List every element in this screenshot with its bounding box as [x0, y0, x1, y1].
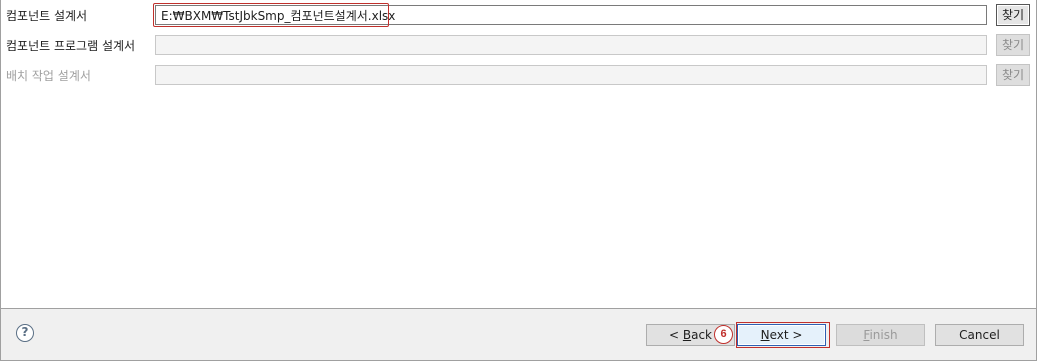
program-spec-path-field[interactable]	[155, 35, 987, 55]
finish-button[interactable]: Finish	[836, 324, 925, 346]
batch-spec-label: 배치 작업 설계서	[6, 69, 91, 83]
back-rest: ack	[691, 328, 712, 342]
program-spec-row: 컴포넌트 프로그램 설계서 찾기	[0, 34, 1037, 57]
next-mnemonic: N	[760, 328, 770, 342]
cancel-button[interactable]: Cancel	[935, 324, 1024, 346]
finish-rest: inish	[869, 328, 898, 342]
step-number-badge: 6	[714, 325, 733, 344]
component-spec-label: 컴포넌트 설계서	[6, 9, 88, 23]
program-spec-label: 컴포넌트 프로그램 설계서	[6, 39, 136, 53]
batch-spec-browse-button[interactable]: 찾기	[996, 64, 1030, 86]
next-button[interactable]: Next >	[737, 324, 826, 346]
component-spec-row: 컴포넌트 설계서 E:₩BXM₩TstJbkSmp_컴포넌트설계서.xlsx 찾…	[0, 3, 1037, 27]
program-spec-browse-button[interactable]: 찾기	[996, 34, 1030, 56]
component-spec-path-value: E:₩BXM₩TstJbkSmp_컴포넌트설계서.xlsx	[161, 9, 396, 23]
batch-spec-path-field[interactable]	[155, 65, 987, 85]
back-mnemonic: B	[682, 328, 692, 342]
back-prefix: <	[668, 328, 683, 342]
next-rest: ext >	[769, 328, 803, 342]
batch-spec-row: 배치 작업 설계서 찾기	[0, 64, 1037, 87]
help-icon[interactable]: ?	[16, 324, 34, 342]
content-area	[1, 96, 1036, 306]
component-spec-browse-button[interactable]: 찾기	[996, 4, 1030, 26]
component-spec-path-field[interactable]: E:₩BXM₩TstJbkSmp_컴포넌트설계서.xlsx	[155, 5, 987, 25]
